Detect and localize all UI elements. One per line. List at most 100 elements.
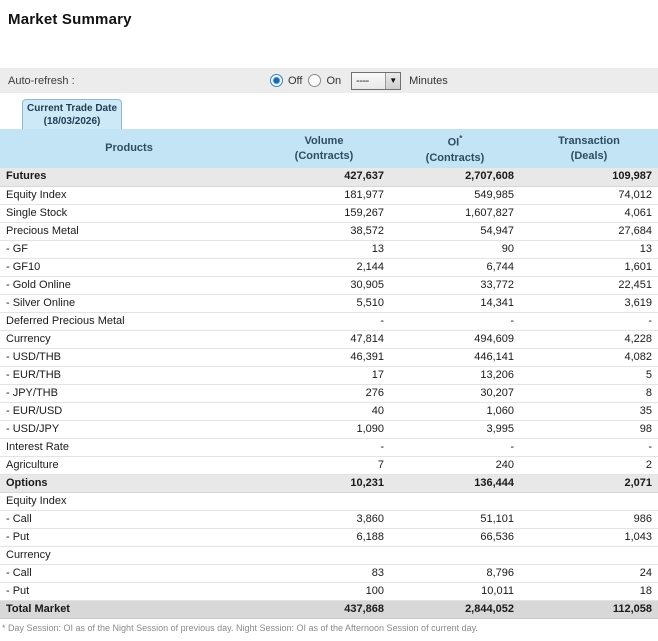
- oi-cell: 33,772: [390, 276, 520, 294]
- oi-cell: 136,444: [390, 474, 520, 492]
- transaction-cell: -: [520, 312, 658, 330]
- volume-cell: 30,905: [258, 276, 390, 294]
- transaction-cell: 98: [520, 420, 658, 438]
- volume-cell: 100: [258, 582, 390, 600]
- volume-cell: 10,231: [258, 474, 390, 492]
- oi-cell: 1,060: [390, 402, 520, 420]
- transaction-cell: 4,082: [520, 348, 658, 366]
- volume-cell: -: [258, 438, 390, 456]
- volume-cell: 46,391: [258, 348, 390, 366]
- radio-off-label: Off: [288, 75, 302, 87]
- table-row: - EUR/USD 40 1,060 35: [0, 402, 658, 420]
- volume-cell: 181,977: [258, 186, 390, 204]
- transaction-cell: 8: [520, 384, 658, 402]
- table-row: Total Market 437,868 2,844,052 112,058: [0, 600, 658, 618]
- column-header-volume: Volume (Contracts): [258, 129, 390, 168]
- oi-cell: 10,011: [390, 582, 520, 600]
- auto-refresh-bar: Auto-refresh : Off On ---- ▼ Minutes: [0, 68, 658, 93]
- product-cell: - USD/THB: [0, 348, 258, 366]
- radio-on-icon[interactable]: [308, 74, 321, 87]
- page-title: Market Summary: [8, 11, 658, 28]
- auto-refresh-on-option[interactable]: On: [308, 74, 341, 87]
- transaction-cell: 27,684: [520, 222, 658, 240]
- product-cell: Equity Index: [0, 186, 258, 204]
- volume-cell: 2,144: [258, 258, 390, 276]
- oi-cell: 14,341: [390, 294, 520, 312]
- transaction-cell: 2,071: [520, 474, 658, 492]
- table-row: - Call 3,860 51,101 986: [0, 510, 658, 528]
- oi-cell: 90: [390, 240, 520, 258]
- table-row: Precious Metal 38,572 54,947 27,684: [0, 222, 658, 240]
- product-cell: - GF: [0, 240, 258, 258]
- product-cell: Options: [0, 474, 258, 492]
- auto-refresh-off-option[interactable]: Off: [270, 74, 302, 87]
- transaction-cell: 3,619: [520, 294, 658, 312]
- oi-cell: [390, 492, 520, 510]
- transaction-cell: 4,061: [520, 204, 658, 222]
- product-cell: Total Market: [0, 600, 258, 618]
- volume-cell: 38,572: [258, 222, 390, 240]
- oi-cell: 549,985: [390, 186, 520, 204]
- table-row: Interest Rate - - -: [0, 438, 658, 456]
- oi-cell: 494,609: [390, 330, 520, 348]
- table-row: Deferred Precious Metal - - -: [0, 312, 658, 330]
- product-cell: - Gold Online: [0, 276, 258, 294]
- table-row: Agriculture 7 240 2: [0, 456, 658, 474]
- volume-cell: -: [258, 312, 390, 330]
- oi-cell: 54,947: [390, 222, 520, 240]
- volume-cell: [258, 492, 390, 510]
- product-cell: Futures: [0, 168, 258, 186]
- product-cell: Precious Metal: [0, 222, 258, 240]
- minutes-select[interactable]: ---- ▼: [351, 72, 401, 90]
- table-body: Futures 427,637 2,707,608 109,987 Equity…: [0, 168, 658, 618]
- product-cell: - Put: [0, 528, 258, 546]
- table-header: Products Volume (Contracts) OI* (Contrac…: [0, 129, 658, 168]
- table-row: - USD/THB 46,391 446,141 4,082: [0, 348, 658, 366]
- table-row: - Put 6,188 66,536 1,043: [0, 528, 658, 546]
- product-cell: - Silver Online: [0, 294, 258, 312]
- volume-cell: 276: [258, 384, 390, 402]
- table-row: - GF10 2,144 6,744 1,601: [0, 258, 658, 276]
- product-cell: - Call: [0, 510, 258, 528]
- minutes-label: Minutes: [409, 75, 448, 87]
- volume-cell: 83: [258, 564, 390, 582]
- table-row: Options 10,231 136,444 2,071: [0, 474, 658, 492]
- table-row: - Gold Online 30,905 33,772 22,451: [0, 276, 658, 294]
- transaction-cell: -: [520, 438, 658, 456]
- oi-cell: 446,141: [390, 348, 520, 366]
- volume-cell: 17: [258, 366, 390, 384]
- table-row: - EUR/THB 17 13,206 5: [0, 366, 658, 384]
- oi-footnote-marker: *: [459, 134, 462, 143]
- product-cell: Deferred Precious Metal: [0, 312, 258, 330]
- column-header-oi: OI* (Contracts): [390, 129, 520, 168]
- product-cell: - JPY/THB: [0, 384, 258, 402]
- volume-cell: 47,814: [258, 330, 390, 348]
- product-cell: Agriculture: [0, 456, 258, 474]
- volume-cell: 427,637: [258, 168, 390, 186]
- table-row: Currency 47,814 494,609 4,228: [0, 330, 658, 348]
- transaction-cell: 4,228: [520, 330, 658, 348]
- transaction-cell: 22,451: [520, 276, 658, 294]
- oi-cell: -: [390, 438, 520, 456]
- volume-cell: 1,090: [258, 420, 390, 438]
- volume-cell: 5,510: [258, 294, 390, 312]
- product-cell: - USD/JPY: [0, 420, 258, 438]
- product-cell: - Put: [0, 582, 258, 600]
- transaction-cell: 24: [520, 564, 658, 582]
- transaction-cell: 5: [520, 366, 658, 384]
- oi-cell: 1,607,827: [390, 204, 520, 222]
- volume-cell: 40: [258, 402, 390, 420]
- tab-current-trade-date[interactable]: Current Trade Date (18/03/2026): [22, 99, 122, 129]
- volume-cell: 159,267: [258, 204, 390, 222]
- oi-cell: 30,207: [390, 384, 520, 402]
- oi-cell: [390, 546, 520, 564]
- oi-cell: 13,206: [390, 366, 520, 384]
- transaction-cell: 1,043: [520, 528, 658, 546]
- radio-off-icon[interactable]: [270, 74, 283, 87]
- product-cell: - GF10: [0, 258, 258, 276]
- auto-refresh-controls: Off On ---- ▼ Minutes: [270, 72, 448, 90]
- radio-on-label: On: [326, 75, 341, 87]
- table-row: Equity Index: [0, 492, 658, 510]
- product-cell: Single Stock: [0, 204, 258, 222]
- tab-label-line1: Current Trade Date: [23, 102, 121, 115]
